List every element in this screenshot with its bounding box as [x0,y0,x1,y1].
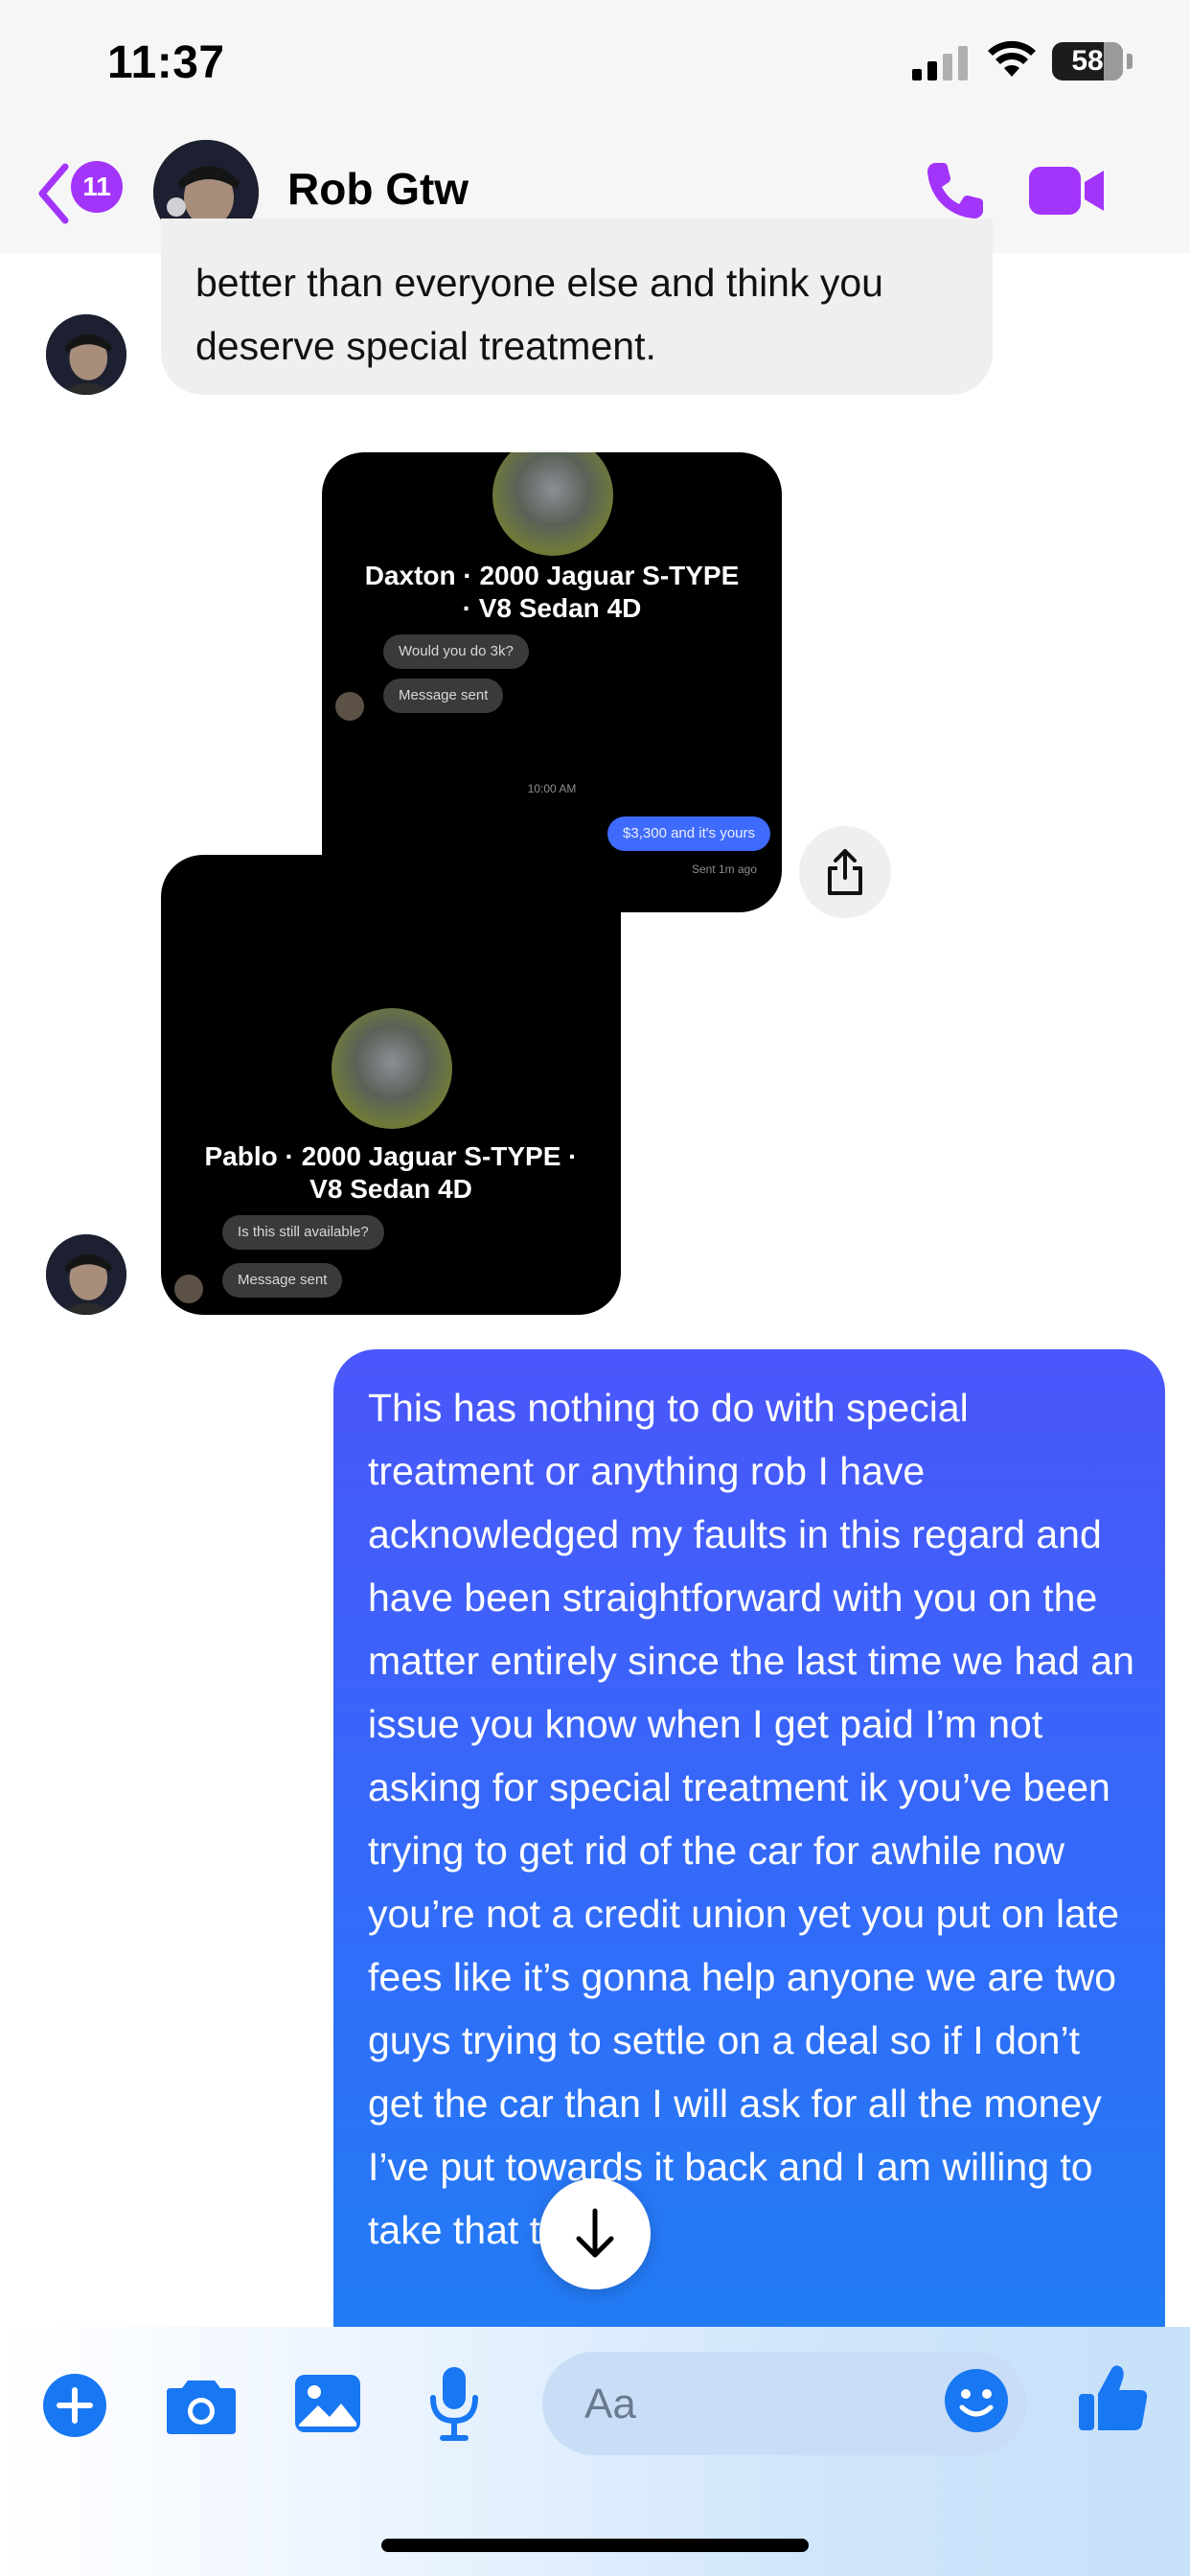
arrow-down-icon [576,2208,614,2258]
battery-nub [1127,54,1133,69]
share-button[interactable] [799,826,891,918]
cellular-signal-icon [912,46,970,80]
back-arrow-icon [38,163,69,224]
shared-screenshot-2[interactable]: Pablo · 2000 Jaguar S-TYPE · V8 Sedan 4D… [161,855,621,1315]
status-time: 11:37 [107,37,225,88]
battery-level: 58 [1071,45,1104,77]
camera-icon[interactable] [165,2375,238,2436]
incoming-message-text: better than everyone else and think you … [195,261,883,368]
microphone-icon[interactable] [427,2365,481,2442]
timestamp: 10:00 AM [527,782,577,795]
wifi-icon [988,40,1036,77]
chat-bubble-sent: Message sent [383,678,504,713]
sender-avatar[interactable] [46,314,126,395]
scroll-to-bottom-button[interactable] [539,2178,651,2289]
outgoing-message-text: This has nothing to do with special trea… [368,1386,1134,2252]
mini-avatar [335,692,364,721]
message-input-placeholder: Aa [584,2380,636,2427]
contact-name[interactable]: Rob Gtw [287,163,469,215]
status-bar: 11:37 58 [0,0,1190,134]
thumbs-up-icon[interactable] [1077,2361,1150,2434]
shared-screenshot-1[interactable]: Daxton · 2000 Jaguar S-TYPE · V8 Sedan 4… [322,452,782,912]
emoji-icon[interactable] [943,2367,1010,2434]
chat-bubble-out: $3,300 and it's yours [607,816,770,851]
car-thumbnail [492,452,613,556]
gallery-icon[interactable] [293,2371,362,2436]
car-thumbnail [332,1008,452,1129]
sender-avatar[interactable] [46,1234,126,1315]
video-camera-icon[interactable] [1029,163,1106,218]
outgoing-message-bubble[interactable]: This has nothing to do with special trea… [333,1349,1165,2404]
sent-note: Sent 1m ago [691,862,757,876]
listing-title: Pablo · 2000 Jaguar S-TYPE · V8 Sedan 4D [204,1141,578,1204]
chat-bubble-in: Is this still available? [222,1215,384,1250]
listing-title: Daxton · 2000 Jaguar S-TYPE · V8 Sedan 4… [364,561,740,623]
incoming-message-bubble[interactable]: better than everyone else and think you … [161,218,993,395]
unread-count-badge[interactable]: 11 [71,161,123,213]
home-indicator [381,2539,809,2552]
chat-bubble-in: Would you do 3k? [383,634,529,669]
share-icon [828,849,862,895]
mini-avatar [174,1275,203,1303]
message-composer: Aa [0,2327,1190,2576]
chat-bubble-sent: Message sent [222,1263,343,1298]
phone-icon[interactable] [922,157,989,224]
battery-indicator: 58 [1052,42,1123,80]
plus-icon[interactable] [42,2373,107,2438]
